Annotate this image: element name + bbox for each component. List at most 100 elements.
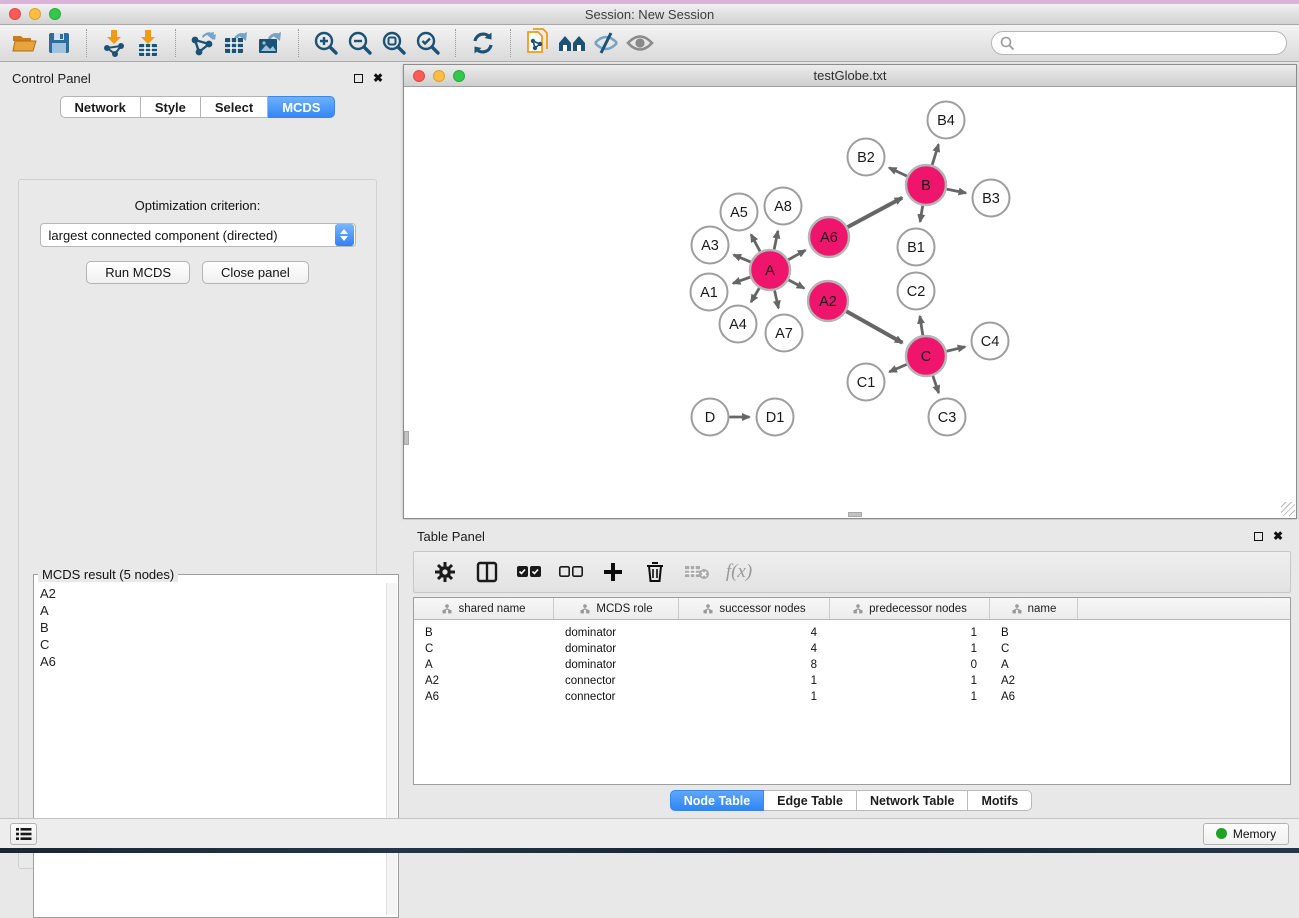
zoom-fit-icon[interactable] bbox=[377, 28, 411, 58]
edge-C-C1[interactable] bbox=[889, 364, 906, 372]
edge-A-A3[interactable] bbox=[734, 255, 751, 262]
table-cell: 1 bbox=[830, 643, 990, 655]
resize-grip[interactable] bbox=[1281, 502, 1295, 516]
table-row[interactable]: Bdominator41B bbox=[414, 625, 1290, 641]
delete-table-icon[interactable] bbox=[678, 556, 716, 588]
edge-A2-C[interactable] bbox=[846, 311, 902, 343]
memory-button[interactable]: Memory bbox=[1203, 823, 1289, 845]
vertical-scroll-thumb[interactable] bbox=[404, 431, 409, 445]
table-row[interactable]: A6connector11A6 bbox=[414, 689, 1290, 705]
tab-edge-table[interactable]: Edge Table bbox=[764, 790, 857, 811]
select-all-icon[interactable] bbox=[510, 556, 548, 588]
run-mcds-button[interactable]: Run MCDS bbox=[86, 261, 190, 284]
network-zoom-button[interactable] bbox=[453, 70, 465, 82]
import-table-icon[interactable] bbox=[131, 28, 165, 58]
result-item[interactable]: A bbox=[36, 602, 384, 619]
table-cell: B bbox=[414, 627, 554, 639]
network-window-titlebar[interactable]: testGlobe.txt bbox=[404, 65, 1296, 87]
edge-C-C2[interactable] bbox=[920, 316, 923, 335]
zoom-selected-icon[interactable] bbox=[411, 28, 445, 58]
edge-A-A6[interactable] bbox=[788, 250, 805, 260]
table-row[interactable]: Adominator80A bbox=[414, 657, 1290, 673]
import-network-icon[interactable] bbox=[97, 28, 131, 58]
edge-A-A4[interactable] bbox=[751, 288, 759, 302]
network-graph: AA1A2A3A4A5A6A7A8BB1B2B3B4CC1C2C3C4DD1 bbox=[404, 87, 1296, 517]
edge-B-B4[interactable] bbox=[932, 144, 938, 165]
function-builder-icon[interactable]: f(x) bbox=[720, 556, 758, 588]
minimize-window-button[interactable] bbox=[29, 8, 41, 20]
search-input[interactable] bbox=[991, 31, 1287, 55]
close-table-panel-icon[interactable]: ✖ bbox=[1273, 529, 1283, 543]
task-history-button[interactable] bbox=[10, 823, 37, 845]
zoom-out-icon[interactable] bbox=[343, 28, 377, 58]
result-item[interactable]: B bbox=[36, 619, 384, 636]
tab-style[interactable]: Style bbox=[141, 96, 201, 118]
column-header-successor-nodes[interactable]: successor nodes bbox=[679, 598, 830, 619]
close-window-button[interactable] bbox=[9, 8, 21, 20]
tab-motifs[interactable]: Motifs bbox=[968, 790, 1032, 811]
edge-B-B3[interactable] bbox=[947, 189, 966, 193]
mcds-result-list[interactable]: A2ABCA6 bbox=[36, 585, 384, 913]
graph-node-label: A bbox=[765, 263, 775, 279]
result-scrollbar[interactable] bbox=[386, 583, 397, 915]
network-minimize-button[interactable] bbox=[433, 70, 445, 82]
edge-B-B1[interactable] bbox=[920, 206, 923, 222]
column-header-name[interactable]: name bbox=[990, 598, 1078, 619]
zoom-window-button[interactable] bbox=[49, 8, 61, 20]
result-item[interactable]: A2 bbox=[36, 585, 384, 602]
split-columns-icon[interactable] bbox=[468, 556, 506, 588]
edge-C-C4[interactable] bbox=[946, 347, 965, 351]
close-panel-icon[interactable]: ✖ bbox=[373, 71, 383, 85]
table-row[interactable]: A2connector11A2 bbox=[414, 673, 1290, 689]
export-network-icon[interactable] bbox=[186, 28, 220, 58]
result-item[interactable]: A6 bbox=[36, 653, 384, 670]
delete-column-icon[interactable] bbox=[636, 556, 674, 588]
edge-A-A2[interactable] bbox=[789, 280, 805, 288]
network-canvas[interactable]: AA1A2A3A4A5A6A7A8BB1B2B3B4CC1C2C3C4DD1 bbox=[404, 87, 1296, 517]
float-table-panel-icon[interactable] bbox=[1254, 532, 1263, 541]
table-cell: A6 bbox=[414, 691, 554, 703]
edge-C-C3[interactable] bbox=[933, 376, 939, 393]
export-image-icon[interactable] bbox=[254, 28, 288, 58]
network-close-button[interactable] bbox=[413, 70, 425, 82]
column-header-MCDS-role[interactable]: MCDS role bbox=[554, 598, 679, 619]
network-overview-icon[interactable] bbox=[555, 28, 589, 58]
result-item[interactable]: C bbox=[36, 636, 384, 653]
column-header-shared-name[interactable]: shared name bbox=[414, 598, 554, 619]
optimization-criterion-label: Optimization criterion: bbox=[19, 198, 376, 213]
edge-B-B2[interactable] bbox=[889, 168, 907, 176]
edge-A-A8[interactable] bbox=[774, 231, 778, 249]
table-cell: dominator bbox=[554, 627, 679, 639]
control-panel-title: Control Panel bbox=[12, 71, 91, 86]
show-details-icon[interactable] bbox=[623, 28, 657, 58]
edge-A6-B[interactable] bbox=[848, 198, 903, 227]
export-table-icon[interactable] bbox=[220, 28, 254, 58]
deselect-all-icon[interactable] bbox=[552, 556, 590, 588]
node-table[interactable]: shared nameMCDS rolesuccessor nodesprede… bbox=[413, 597, 1291, 785]
edge-A-A5[interactable] bbox=[751, 234, 760, 251]
edge-A-A7[interactable] bbox=[775, 290, 779, 308]
table-cell: C bbox=[414, 643, 554, 655]
add-column-icon[interactable] bbox=[594, 556, 632, 588]
tab-network[interactable]: Network bbox=[60, 96, 141, 118]
table-row[interactable]: Cdominator41C bbox=[414, 641, 1290, 657]
gear-icon[interactable] bbox=[426, 556, 464, 588]
hide-details-icon[interactable] bbox=[589, 28, 623, 58]
close-panel-button[interactable]: Close panel bbox=[202, 261, 309, 284]
tab-network-table[interactable]: Network Table bbox=[857, 790, 969, 811]
table-cell: 1 bbox=[830, 627, 990, 639]
horizontal-scroll-thumb[interactable] bbox=[848, 512, 862, 517]
criterion-dropdown[interactable]: largest connected component (directed) bbox=[40, 223, 356, 247]
table-cell: dominator bbox=[554, 643, 679, 655]
tab-mcds[interactable]: MCDS bbox=[268, 96, 335, 118]
float-panel-icon[interactable] bbox=[354, 74, 363, 83]
tab-node-table[interactable]: Node Table bbox=[670, 790, 764, 811]
copy-network-icon[interactable] bbox=[521, 28, 555, 58]
edge-A-A1[interactable] bbox=[733, 277, 750, 283]
column-header-predecessor-nodes[interactable]: predecessor nodes bbox=[830, 598, 990, 619]
save-icon[interactable] bbox=[42, 28, 76, 58]
refresh-icon[interactable] bbox=[466, 28, 500, 58]
open-folder-icon[interactable] bbox=[8, 28, 42, 58]
tab-select[interactable]: Select bbox=[201, 96, 268, 118]
zoom-in-icon[interactable] bbox=[309, 28, 343, 58]
